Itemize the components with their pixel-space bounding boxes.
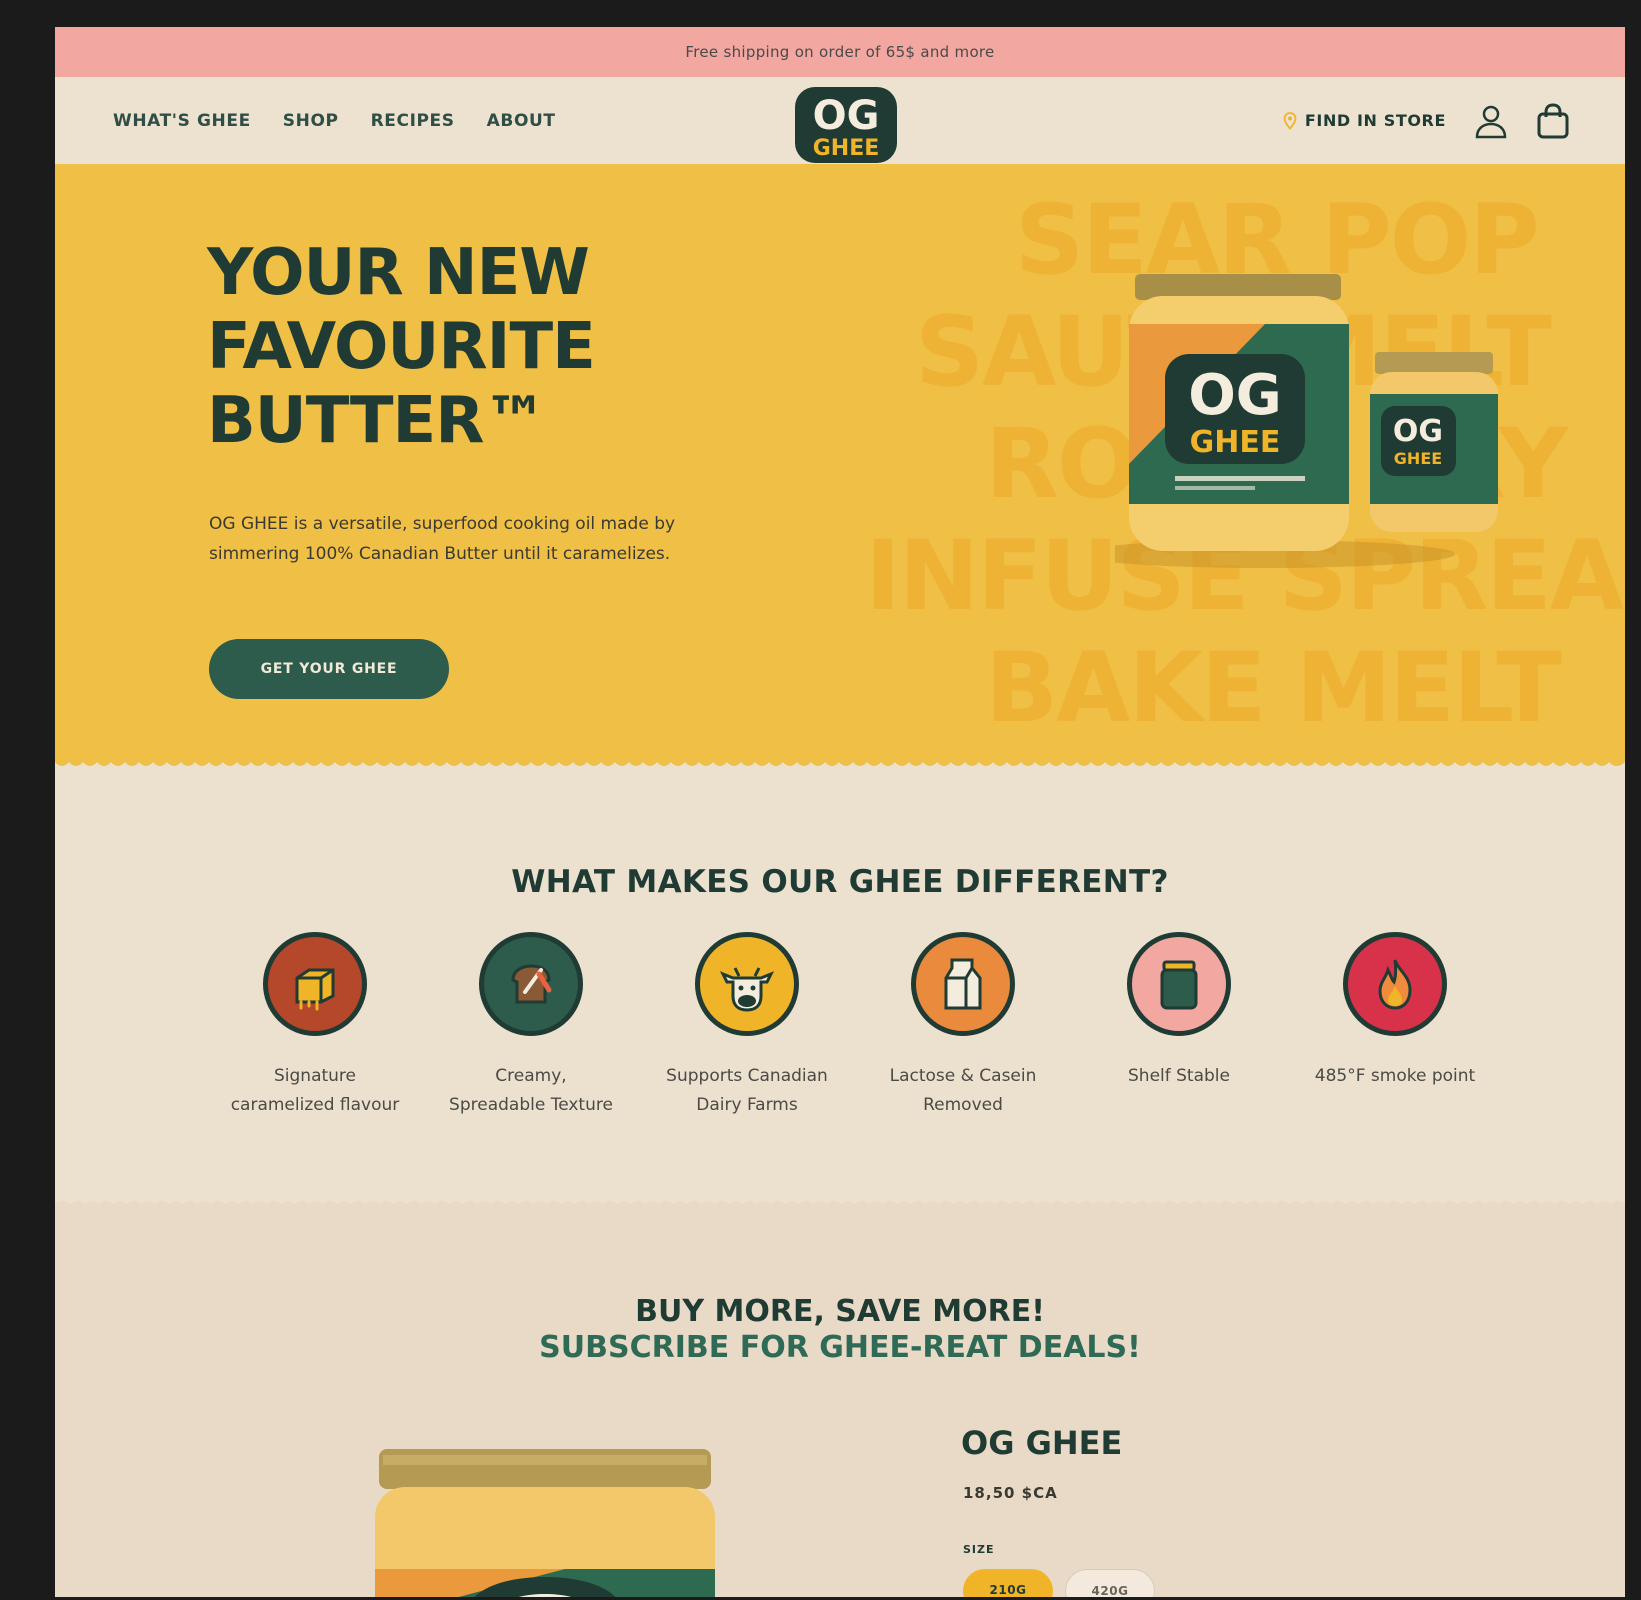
feature-label: 485°F smoke point — [1295, 1062, 1495, 1091]
hero-title-line: BUTTER™ — [207, 384, 548, 458]
feature-label-line: Dairy Farms — [696, 1095, 798, 1115]
features-list: Signature caramelized flavour Creamy, Sp… — [207, 932, 1503, 1120]
size-option-210g[interactable]: 210G — [963, 1569, 1053, 1597]
announcement-text: Free shipping on order of 65$ and more — [685, 43, 995, 61]
ghee-jars-image: OG GHEE OG GHEE — [1115, 274, 1498, 568]
svg-text:GHEE: GHEE — [1394, 449, 1442, 468]
features-section: WHAT MAKES OUR GHEE DIFFERENT? Signature… — [55, 769, 1625, 1199]
site-header: WHAT'S GHEE SHOP RECIPES ABOUT OG GHEE F… — [55, 77, 1625, 164]
feature-badge — [479, 932, 583, 1036]
feature-item: Lactose & Casein Removed — [855, 932, 1071, 1120]
product-price: 18,50 $CA — [963, 1484, 1058, 1502]
svg-text:GHEE: GHEE — [1190, 425, 1281, 460]
feature-label-line: caramelized flavour — [230, 1095, 400, 1115]
hero-description: OG GHEE is a versatile, superfood cookin… — [209, 509, 729, 569]
feature-label-line: Removed — [923, 1095, 1003, 1115]
hero-description-line: simmering 100% Canadian Butter until it … — [209, 544, 671, 564]
hero-description-line: OG GHEE is a versatile, superfood cookin… — [209, 514, 676, 534]
find-in-store-label: FIND IN STORE — [1304, 111, 1446, 130]
nav-whats-ghee[interactable]: WHAT'S GHEE — [113, 111, 251, 131]
size-option-420g[interactable]: 420G — [1065, 1569, 1155, 1597]
feature-label-line: Lactose & Casein — [889, 1066, 1037, 1086]
feature-badge — [1127, 932, 1231, 1036]
feature-label: Lactose & Casein Removed — [863, 1062, 1063, 1120]
hero-title: YOUR NEW FAVOURITE BUTTER™ — [207, 236, 767, 458]
svg-text:OG: OG — [1393, 414, 1443, 449]
subscribe-subtitle: SUBSCRIBE FOR GHEE-REAT DEALS! — [539, 1330, 1141, 1365]
toast-knife-icon — [511, 964, 552, 1004]
cart-bag-icon[interactable] — [1536, 102, 1570, 139]
feature-label: Supports Canadian Dairy Farms — [647, 1062, 847, 1120]
find-in-store-link[interactable]: FIND IN STORE — [1283, 111, 1446, 130]
feature-label-line: Creamy, — [495, 1066, 567, 1086]
nav-about[interactable]: ABOUT — [487, 111, 556, 131]
product-name: OG GHEE — [961, 1424, 1123, 1462]
feature-label: Creamy, Spreadable Texture — [431, 1062, 631, 1120]
logo-og-text: OG — [813, 93, 880, 139]
location-pin-icon — [1283, 111, 1297, 130]
feature-label-line: 485°F smoke point — [1314, 1066, 1476, 1086]
feature-item: 485°F smoke point — [1287, 932, 1503, 1120]
jar-icon — [1160, 960, 1198, 1010]
cow-icon — [719, 967, 775, 1012]
hero-scallop-edge — [55, 762, 1625, 769]
features-title: WHAT MAKES OUR GHEE DIFFERENT? — [511, 864, 1169, 900]
feature-badge — [1343, 932, 1447, 1036]
feature-badge — [263, 932, 367, 1036]
feature-item: Creamy, Spreadable Texture — [423, 932, 639, 1120]
feature-label-line: Supports Canadian — [666, 1066, 828, 1086]
main-nav: WHAT'S GHEE SHOP RECIPES ABOUT — [113, 111, 556, 131]
feature-badge — [695, 932, 799, 1036]
flame-icon — [1378, 959, 1412, 1010]
bg-word-line: BAKE MELT — [985, 632, 1562, 744]
size-label: SIZE — [963, 1543, 995, 1556]
hero-title-line: YOUR NEW — [207, 236, 590, 310]
feature-label-line: Spreadable Texture — [449, 1095, 613, 1115]
announcement-bar: Free shipping on order of 65$ and more — [55, 27, 1625, 77]
logo-ghee-text: GHEE — [813, 136, 880, 161]
feature-label-line: Signature — [273, 1066, 356, 1086]
feature-label: Shelf Stable — [1079, 1062, 1279, 1091]
subscribe-scallop-edge — [55, 1198, 1625, 1204]
svg-text:OG: OG — [1188, 363, 1282, 428]
nav-recipes[interactable]: RECIPES — [371, 111, 455, 131]
hero-title-line: FAVOURITE — [207, 310, 596, 384]
milk-carton-icon — [944, 958, 982, 1010]
header-actions: FIND IN STORE — [1283, 77, 1570, 164]
feature-item: Shelf Stable — [1071, 932, 1287, 1120]
subscribe-section: BUY MORE, SAVE MORE! SUBSCRIBE FOR GHEE-… — [55, 1198, 1625, 1597]
feature-label: Signature caramelized flavour — [215, 1062, 415, 1120]
subscribe-title: BUY MORE, SAVE MORE! — [635, 1294, 1045, 1329]
hero-section: SEAR POP SAUTÉ MELT ROAST FRY INFUSE SPR… — [55, 164, 1625, 769]
og-ghee-logo[interactable]: OG GHEE — [793, 85, 899, 165]
browser-page: Free shipping on order of 65$ and more W… — [55, 27, 1625, 1597]
feature-badge — [911, 932, 1015, 1036]
feature-item: Supports Canadian Dairy Farms — [639, 932, 855, 1120]
nav-shop[interactable]: SHOP — [283, 111, 339, 131]
product-jar-image — [375, 1449, 715, 1597]
size-options: 210G 420G — [963, 1569, 1155, 1597]
butter-icon — [295, 968, 335, 1011]
feature-label-line: Shelf Stable — [1128, 1066, 1230, 1086]
account-icon[interactable] — [1474, 103, 1508, 139]
get-your-ghee-button[interactable]: GET YOUR GHEE — [209, 639, 449, 699]
feature-item: Signature caramelized flavour — [207, 932, 423, 1120]
